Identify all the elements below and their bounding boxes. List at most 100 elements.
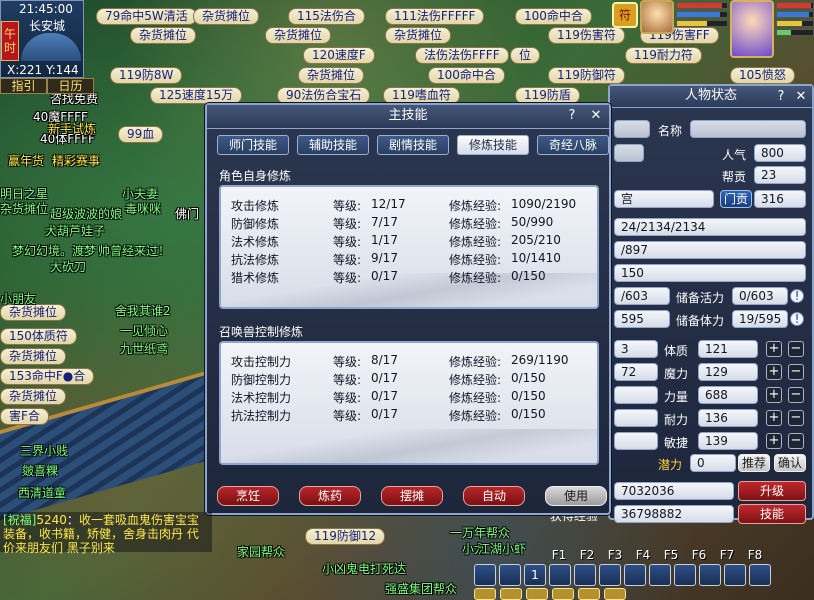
stall-name-tag[interactable]: 法伤法伤FFFF (415, 47, 509, 64)
mengong-button[interactable]: 门贡 (720, 190, 752, 208)
confirm-button[interactable]: 确认 (774, 454, 806, 472)
plus-icon[interactable]: + (766, 364, 782, 380)
minus-icon[interactable]: − (788, 341, 804, 357)
stall-name-tag[interactable]: 99血 (118, 126, 164, 143)
stall-name-tag[interactable]: 位 (510, 47, 541, 64)
hotbar-slot[interactable] (574, 564, 596, 586)
hotbar-slot[interactable] (624, 564, 646, 586)
stall-name-tag[interactable]: 杂货摊位 (0, 348, 67, 365)
stall-name-tag[interactable]: 120速度F (303, 47, 375, 64)
stall-name-tag[interactable]: 119防8W (110, 67, 183, 84)
guide-button[interactable]: 指引 (0, 78, 47, 94)
plus-icon[interactable]: + (766, 341, 782, 357)
player-name-label[interactable]: 舍我其谁2 (115, 302, 171, 319)
plus-icon[interactable]: + (766, 387, 782, 403)
hotbar-slot[interactable] (724, 564, 746, 586)
player-name-label[interactable]: 九世纸鸢 (120, 340, 168, 357)
hotbar-slot[interactable] (474, 564, 496, 586)
vitality-hint-icon[interactable]: ! (790, 289, 804, 303)
player-name-label[interactable]: 新手试炼 (48, 120, 96, 137)
stall-name-tag[interactable]: 153命中F●合 (0, 368, 95, 385)
stall-name-tag[interactable]: 90法伤合宝石 (277, 87, 371, 104)
hero-portrait[interactable] (730, 0, 774, 58)
tab-skill-3[interactable]: 修炼技能 (457, 135, 529, 155)
stall-name-tag[interactable]: 119防盾 (515, 87, 580, 104)
player-name-label[interactable]: 大砍刀 (50, 258, 86, 275)
stall-name-tag[interactable]: 125速度15万 (150, 87, 243, 104)
menu-icon-3[interactable] (526, 588, 548, 600)
player-name-label[interactable]: 西清道童 (18, 484, 66, 501)
player-name-label[interactable]: 赢年货 (8, 152, 44, 169)
skill-action-button-0[interactable]: 烹饪 (217, 486, 279, 506)
player-name-label[interactable]: 杂货摊位 (0, 200, 48, 217)
stall-name-tag[interactable]: 害F合 (0, 408, 49, 425)
hotbar-slot[interactable] (674, 564, 696, 586)
player-name-label[interactable]: 毒咪咪 (125, 200, 161, 217)
hotbar-slot[interactable]: 1 (524, 564, 546, 586)
tab-skill-4[interactable]: 奇经八脉 (537, 135, 609, 155)
player-name-label[interactable]: 梦幻幻境。渡梦 (12, 242, 96, 259)
player-name-label[interactable]: 家园帮众 (237, 543, 285, 560)
player-name-label[interactable]: 犬葫芦娃子 (45, 222, 105, 239)
skill-action-button-1[interactable]: 炼药 (299, 486, 361, 506)
stall-name-tag[interactable]: 杂货摊位 (130, 27, 197, 44)
hotbar-slot[interactable] (649, 564, 671, 586)
player-name-label[interactable]: 帅曾经来过！ (98, 242, 170, 259)
player-name-label[interactable]: 一万年帮众 (450, 524, 510, 541)
chat-channel[interactable]: [祝福] (3, 513, 36, 527)
stall-name-tag[interactable]: 100命中合 (428, 67, 505, 84)
stall-name-tag[interactable]: 115法伤合 (288, 8, 365, 25)
stall-name-tag[interactable]: 119防御12 (305, 528, 386, 545)
stall-name-tag[interactable]: 杂货摊位 (385, 27, 452, 44)
stall-name-tag[interactable]: 79命中5W清活 (96, 8, 197, 25)
stall-name-tag[interactable]: 杂货摊位 (0, 388, 67, 405)
energy-hint-icon[interactable]: ! (790, 312, 804, 326)
menu-icon-4[interactable] (552, 588, 574, 600)
stall-name-tag[interactable]: 119嗜血符 (383, 87, 460, 104)
status-close-button[interactable]: ✕ (792, 88, 810, 106)
skill-action-button-3[interactable]: 自动 (463, 486, 525, 506)
skill-action-button-2[interactable]: 摆摊 (381, 486, 443, 506)
minus-icon[interactable]: − (788, 364, 804, 380)
skill-help-button[interactable]: ? (563, 107, 581, 125)
menu-icon-6[interactable] (604, 588, 626, 600)
hotbar-slot[interactable] (549, 564, 571, 586)
hotbar-slot[interactable] (599, 564, 621, 586)
hotbar-slot[interactable] (699, 564, 721, 586)
calendar-button[interactable]: 日历 (47, 78, 94, 94)
stall-name-tag[interactable]: 150体质符 (0, 328, 77, 345)
minus-icon[interactable]: − (788, 410, 804, 426)
skills-button[interactable]: 技能 (738, 504, 806, 524)
menu-icon-5[interactable] (578, 588, 600, 600)
player-name-label[interactable]: 小朋友 (0, 290, 36, 307)
minus-icon[interactable]: − (788, 433, 804, 449)
minus-icon[interactable]: − (788, 387, 804, 403)
player-name-label[interactable]: 小凶鬼电打死达 (322, 560, 406, 577)
tab-skill-0[interactable]: 师门技能 (217, 135, 289, 155)
plus-icon[interactable]: + (766, 410, 782, 426)
status-help-button[interactable]: ? (772, 88, 790, 106)
stall-name-tag[interactable]: 杂货摊位 (193, 8, 260, 25)
upgrade-button[interactable]: 升级 (738, 481, 806, 501)
stall-name-tag[interactable]: 杂货摊位 (265, 27, 332, 44)
player-name-label[interactable]: 强盛集团帮众 (385, 580, 457, 597)
menu-icon-1[interactable] (474, 588, 496, 600)
menu-icon-2[interactable] (500, 588, 522, 600)
stall-name-tag[interactable]: 119防御符 (548, 67, 625, 84)
player-name-label[interactable]: 三界小贱 (20, 442, 68, 459)
skill-close-button[interactable]: ✕ (587, 107, 605, 125)
player-name-label[interactable]: 一见倾心 (120, 322, 168, 339)
player-name-label[interactable]: 皴喜粿 (22, 462, 58, 479)
plus-icon[interactable]: + (766, 433, 782, 449)
stall-name-tag[interactable]: 杂货摊位 (298, 67, 365, 84)
pet-portrait[interactable] (640, 0, 674, 34)
hotbar-slot[interactable] (499, 564, 521, 586)
stall-name-tag[interactable]: 105愤怒 (730, 67, 795, 84)
stall-name-tag[interactable]: 111法伤FFFFF (385, 8, 485, 25)
hotbar-slot[interactable] (749, 564, 771, 586)
player-name-label[interactable]: 佛门 (175, 205, 199, 222)
stall-name-tag[interactable]: 100命中合 (515, 8, 592, 25)
chat-sender[interactable]: 5240 (36, 513, 67, 527)
recommend-button[interactable]: 推荐 (738, 454, 770, 472)
player-name-label[interactable]: 超级波波的娘 (50, 205, 122, 222)
